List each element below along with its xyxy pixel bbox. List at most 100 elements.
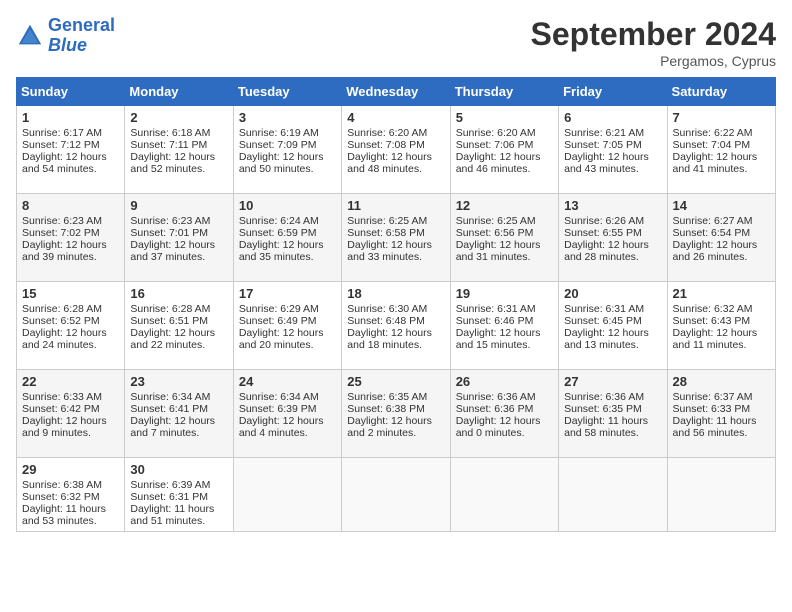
day-number: 26: [456, 374, 553, 389]
day-info-line: and 11 minutes.: [673, 339, 770, 351]
day-info-line: Daylight: 12 hours: [673, 151, 770, 163]
calendar-cell: 18Sunrise: 6:30 AMSunset: 6:48 PMDayligh…: [342, 282, 450, 370]
calendar-cell: 10 Sunrise: 6:24 AMSunset: 6:59 PMDayligh…: [233, 194, 341, 282]
day-info-line: Sunrise: 6:36 AM: [456, 391, 553, 403]
calendar-cell: 9Sunrise: 6:23 AMSunset: 7:01 PMDaylight…: [125, 194, 233, 282]
day-info-line: Sunrise: 6:24 AM: [239, 215, 336, 227]
day-info-line: and 52 minutes.: [130, 163, 227, 175]
day-number: 29: [22, 462, 119, 477]
day-info-line: Daylight: 12 hours: [239, 239, 336, 251]
day-info-line: Daylight: 12 hours: [239, 415, 336, 427]
day-info-line: Sunrise: 6:25 AM: [456, 215, 553, 227]
day-info-line: Sunrise: 6:19 AM: [239, 127, 336, 139]
day-info-line: Daylight: 12 hours: [564, 239, 661, 251]
calendar-cell: 25Sunrise: 6:35 AMSunset: 6:38 PMDayligh…: [342, 370, 450, 458]
calendar-cell: 8Sunrise: 6:23 AMSunset: 7:02 PMDaylight…: [17, 194, 125, 282]
day-info-line: Sunrise: 6:37 AM: [673, 391, 770, 403]
calendar-cell: 19Sunrise: 6:31 AMSunset: 6:46 PMDayligh…: [450, 282, 558, 370]
calendar-cell: 26 Sunrise: 6:36 AMSunset: 6:36 PMDayligh…: [450, 370, 558, 458]
day-info-line: Sunset: 6:36 PM: [456, 403, 553, 415]
day-number: 16: [130, 286, 227, 301]
calendar-cell: 4Sunrise: 6:20 AMSunset: 7:08 PMDaylight…: [342, 106, 450, 194]
col-header-monday: Monday: [125, 78, 233, 106]
day-info-line: Daylight: 12 hours: [456, 415, 553, 427]
calendar-week-5: 29Sunrise: 6:38 AMSunset: 6:32 PMDayligh…: [17, 458, 776, 532]
col-header-friday: Friday: [559, 78, 667, 106]
col-header-thursday: Thursday: [450, 78, 558, 106]
day-info-line: Sunrise: 6:38 AM: [22, 479, 119, 491]
logo-text: General Blue: [48, 16, 115, 56]
day-info-line: Daylight: 12 hours: [564, 327, 661, 339]
day-info-line: Sunrise: 6:17 AM: [22, 127, 119, 139]
day-info-line: Sunset: 7:02 PM: [22, 227, 119, 239]
day-info-line: Sunrise: 6:31 AM: [564, 303, 661, 315]
day-info-line: Daylight: 12 hours: [347, 151, 444, 163]
day-info-line: and 51 minutes.: [130, 515, 227, 527]
day-info-line: Sunrise: 6:30 AM: [347, 303, 444, 315]
day-info-line: and 31 minutes.: [456, 251, 553, 263]
col-header-saturday: Saturday: [667, 78, 775, 106]
day-info-line: and 41 minutes.: [673, 163, 770, 175]
calendar-cell: 17Sunrise: 6:29 AMSunset: 6:49 PMDayligh…: [233, 282, 341, 370]
calendar-week-4: 22Sunrise: 6:33 AMSunset: 6:42 PMDayligh…: [17, 370, 776, 458]
day-info-line: and 28 minutes.: [564, 251, 661, 263]
day-info-line: and 48 minutes.: [347, 163, 444, 175]
day-info-line: Daylight: 12 hours: [22, 327, 119, 339]
day-info-line: Daylight: 11 hours: [564, 415, 661, 427]
day-number: 21: [673, 286, 770, 301]
day-number: 25: [347, 374, 444, 389]
day-info-line: Sunrise: 6:32 AM: [673, 303, 770, 315]
calendar-cell: 6Sunrise: 6:21 AMSunset: 7:05 PMDaylight…: [559, 106, 667, 194]
calendar-cell: 15Sunrise: 6:28 AMSunset: 6:52 PMDayligh…: [17, 282, 125, 370]
day-info-line: Daylight: 12 hours: [347, 239, 444, 251]
page-header: General Blue September 2024 Pergamos, Cy…: [16, 16, 776, 69]
day-info-line: Daylight: 11 hours: [130, 503, 227, 515]
day-number: 24: [239, 374, 336, 389]
day-number: 5: [456, 110, 553, 125]
day-info-line: Sunset: 7:11 PM: [130, 139, 227, 151]
day-info-line: and 53 minutes.: [22, 515, 119, 527]
day-info-line: Sunset: 6:43 PM: [673, 315, 770, 327]
day-info-line: and 50 minutes.: [239, 163, 336, 175]
day-number: 19: [456, 286, 553, 301]
day-info-line: and 37 minutes.: [130, 251, 227, 263]
day-info-line: and 2 minutes.: [347, 427, 444, 439]
day-info-line: Daylight: 12 hours: [456, 327, 553, 339]
calendar-table: SundayMondayTuesdayWednesdayThursdayFrid…: [16, 77, 776, 532]
day-info-line: Sunrise: 6:35 AM: [347, 391, 444, 403]
day-info-line: Daylight: 11 hours: [673, 415, 770, 427]
day-info-line: Sunset: 6:54 PM: [673, 227, 770, 239]
calendar-cell: 14Sunrise: 6:27 AMSunset: 6:54 PMDayligh…: [667, 194, 775, 282]
day-number: 3: [239, 110, 336, 125]
day-info-line: Daylight: 12 hours: [22, 415, 119, 427]
day-number: 7: [673, 110, 770, 125]
day-info-line: Sunrise: 6:39 AM: [130, 479, 227, 491]
day-info-line: and 46 minutes.: [456, 163, 553, 175]
day-info-line: and 26 minutes.: [673, 251, 770, 263]
day-info-line: Sunrise: 6:29 AM: [239, 303, 336, 315]
day-info-line: Daylight: 12 hours: [239, 151, 336, 163]
day-info-line: Daylight: 12 hours: [456, 239, 553, 251]
day-number: 10: [239, 198, 336, 213]
calendar-cell: [233, 458, 341, 532]
day-number: 11: [347, 198, 444, 213]
day-info-line: Sunset: 6:56 PM: [456, 227, 553, 239]
day-info-line: Sunset: 7:05 PM: [564, 139, 661, 151]
day-info-line: Sunset: 6:49 PM: [239, 315, 336, 327]
day-info-line: Sunrise: 6:28 AM: [22, 303, 119, 315]
calendar-cell: 28Sunrise: 6:37 AMSunset: 6:33 PMDayligh…: [667, 370, 775, 458]
calendar-header-row: SundayMondayTuesdayWednesdayThursdayFrid…: [17, 78, 776, 106]
calendar-cell: 23Sunrise: 6:34 AMSunset: 6:41 PMDayligh…: [125, 370, 233, 458]
day-info-line: Sunrise: 6:25 AM: [347, 215, 444, 227]
calendar-cell: [667, 458, 775, 532]
day-number: 20: [564, 286, 661, 301]
day-info-line: Sunrise: 6:23 AM: [22, 215, 119, 227]
calendar-cell: 27Sunrise: 6:36 AMSunset: 6:35 PMDayligh…: [559, 370, 667, 458]
day-number: 27: [564, 374, 661, 389]
day-number: 6: [564, 110, 661, 125]
day-info-line: Sunset: 6:59 PM: [239, 227, 336, 239]
day-info-line: Sunset: 6:35 PM: [564, 403, 661, 415]
calendar-week-2: 8Sunrise: 6:23 AMSunset: 7:02 PMDaylight…: [17, 194, 776, 282]
day-info-line: Daylight: 12 hours: [22, 151, 119, 163]
day-info-line: Sunrise: 6:26 AM: [564, 215, 661, 227]
